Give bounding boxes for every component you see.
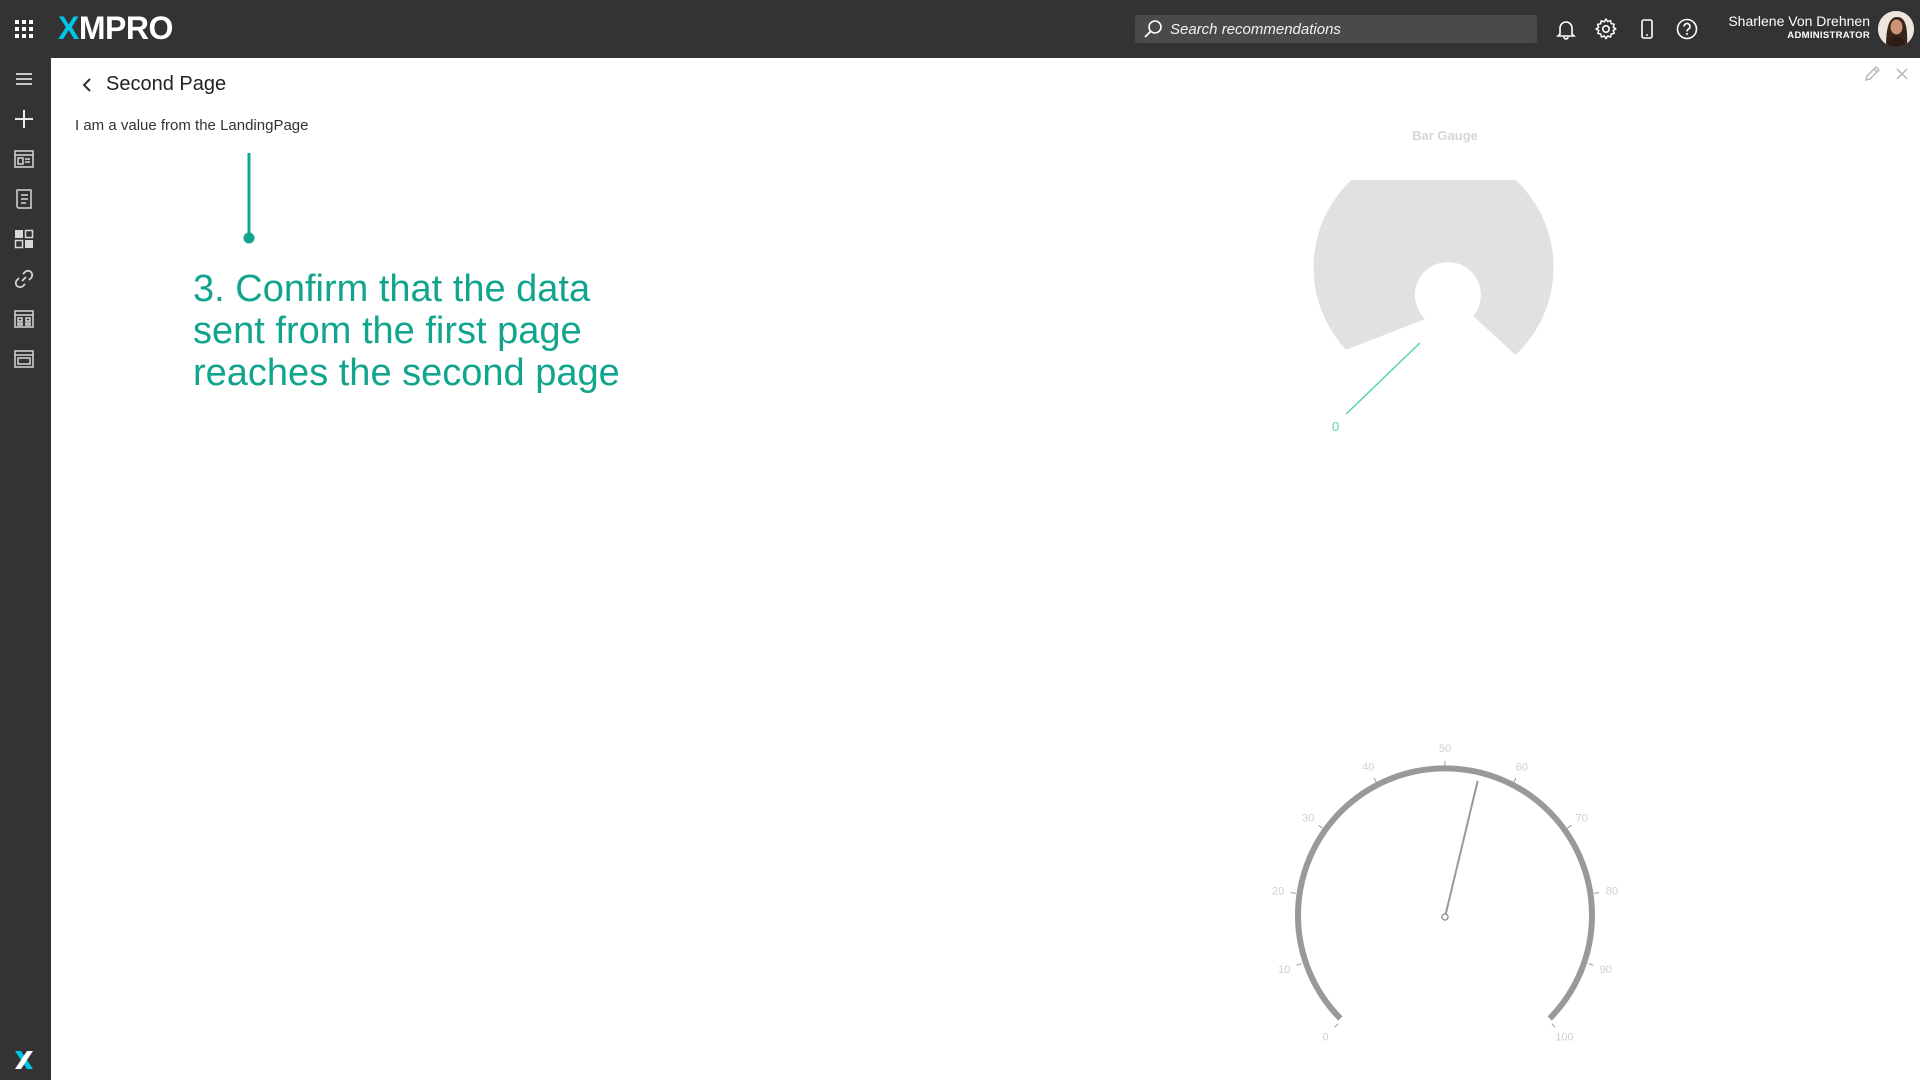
search-icon [1144,20,1162,38]
gauge-tick-label: 80 [1606,886,1618,898]
gauge-tick [1290,892,1296,894]
avatar[interactable] [1878,11,1914,47]
bar-gauge-indicator [1345,342,1421,415]
search-input[interactable] [1170,20,1530,38]
gauge-tick-label: 60 [1516,761,1528,773]
callout-annotation: 3. Confirm that the data sent from the f… [193,268,620,394]
gauge-tick [1588,963,1594,966]
bar-gauge-title: Bar Gauge [1412,128,1478,143]
gear-icon[interactable] [1593,16,1619,42]
gauge-tick [1296,963,1302,966]
search-bar[interactable] [1135,15,1537,43]
user-role: ADMINISTRATOR [1787,30,1870,41]
gauge-tick-label: 30 [1302,813,1314,825]
gauge-tick-label: 50 [1439,743,1451,755]
close-icon[interactable] [1892,64,1912,84]
circular-gauge-needle [1444,780,1479,915]
gauge-tick [1318,824,1324,829]
bell-icon[interactable] [1553,16,1579,42]
link-icon[interactable] [11,266,37,292]
gauge-tick [1594,892,1600,894]
gauge-tick-label: 0 [1322,1032,1328,1044]
circular-gauge-scale [1295,765,1595,1021]
help-icon[interactable] [1674,16,1700,42]
gauge-tick [1334,1023,1339,1028]
xmpro-mark-icon[interactable] [12,1048,36,1072]
gauge-tick [1566,824,1572,829]
circular-gauge-pivot [1441,913,1449,921]
gauge-tick [1373,777,1377,783]
pencil-icon[interactable] [1862,64,1882,84]
phone-icon[interactable] [1634,16,1660,42]
gauge-tick-label: 70 [1576,813,1588,825]
user-info[interactable]: Sharlene Von Drehnen ADMINISTRATOR [1728,13,1870,42]
gauge-tick-label: 10 [1278,964,1290,976]
user-name: Sharlene Von Drehnen [1728,13,1870,29]
gauge-tick [1551,1023,1556,1028]
bar-gauge-value-label: 0 [1332,419,1339,434]
callout-pointer [243,153,255,244]
gauge-tick-label: 100 [1555,1032,1573,1044]
bar-gauge-track [1313,180,1554,355]
gauge-tick-label: 40 [1362,761,1374,773]
blocks-icon[interactable] [11,306,37,332]
window-icon[interactable] [11,346,37,372]
circular-gauge: 0 10 20 30 40 50 60 70 80 90 100 [1272,743,1618,1044]
bar-gauge: 0 [1313,180,1554,434]
gauge-tick-label: 20 [1272,886,1284,898]
circular-gauge-ticks [1290,761,1600,1028]
gauge-tick-label: 90 [1600,964,1612,976]
gauge-tick [1513,777,1517,783]
